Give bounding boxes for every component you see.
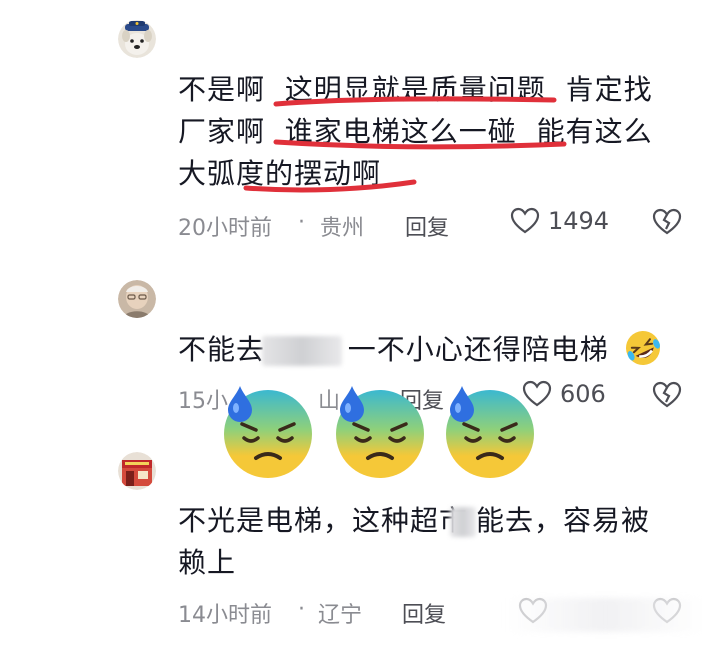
downcast-sweat-face-emoji (224, 386, 312, 478)
comment-text-line: 能去，容易被 (476, 504, 651, 537)
heart-outline-icon (510, 207, 540, 234)
reply-button[interactable]: 回复 (405, 210, 449, 242)
comment-text-line: 赖上 (178, 546, 237, 579)
downcast-sweat-face-emoji (446, 386, 534, 478)
like-count: 606 (560, 380, 606, 408)
comment-location: 贵州 (320, 216, 365, 241)
redacted-text (450, 507, 476, 537)
comment-text-line: 不能去 (178, 333, 266, 366)
comment-time: 20小时前 (178, 216, 272, 241)
red-underline-annotation (273, 139, 567, 150)
red-underline-annotation (243, 179, 417, 193)
like-button[interactable]: 1494 (510, 207, 609, 235)
watermark-blur (505, 598, 705, 632)
comment-text-line: 一不小心还得陪电梯 (328, 333, 609, 366)
broken-heart-icon[interactable] (652, 208, 682, 236)
comment-time: 14小时前 (178, 603, 272, 628)
comment-location: 辽宁 (318, 603, 363, 628)
meta-separator: · (298, 597, 305, 622)
red-underline-annotation (273, 96, 557, 107)
broken-heart-icon[interactable] (652, 381, 682, 409)
like-count: 1494 (548, 207, 610, 235)
comment-text-line: 不光是电梯，这种超市 (178, 504, 469, 537)
avatar-storefront[interactable] (118, 452, 156, 490)
meta-separator: · (298, 210, 305, 235)
rolling-laughing-emoji (626, 331, 660, 365)
avatar-dog-police[interactable] (118, 20, 156, 58)
downcast-sweat-face-emoji (336, 386, 424, 478)
reply-button[interactable]: 回复 (402, 597, 446, 629)
avatar-elderly-man[interactable] (118, 280, 156, 318)
